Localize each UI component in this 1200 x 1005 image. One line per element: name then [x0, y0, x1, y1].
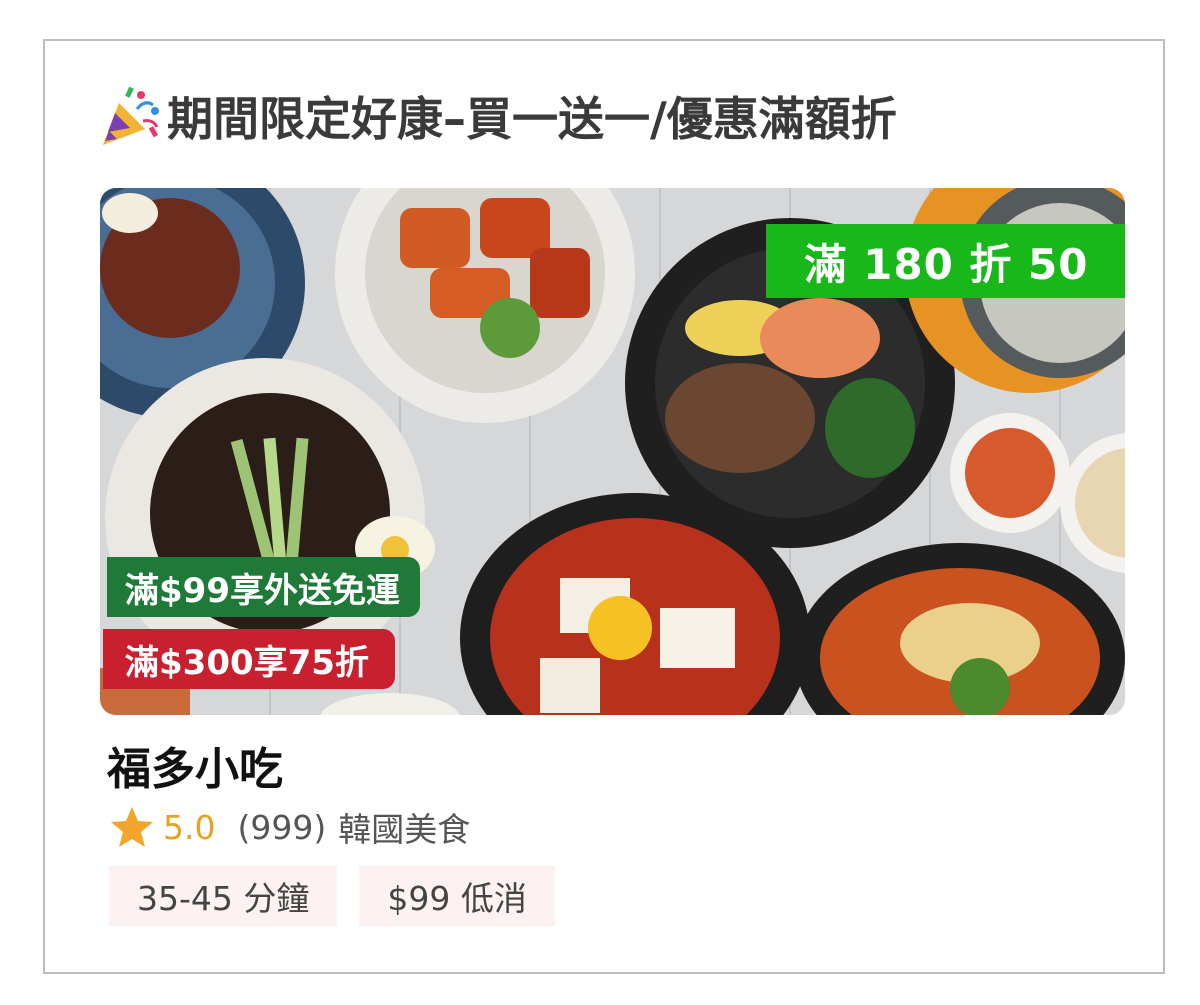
promo-badge-free-delivery: 滿$99享外送免運 — [107, 557, 420, 617]
rating-value: 5.0 — [163, 807, 216, 847]
restaurant-card[interactable]: 期間限定好康–買一送一/優惠滿額折 滿 180 折 50 滿$99享外送免運 滿… — [43, 39, 1165, 974]
delivery-time-tag: 35-45 分鐘 — [109, 866, 338, 926]
store-name[interactable]: 福多小吃 — [107, 733, 283, 797]
food-banner-image[interactable]: 滿 180 折 50 滿$99享外送免運 滿$300享75折 — [100, 188, 1125, 715]
promo-title: 期間限定好康–買一送一/優惠滿額折 — [167, 92, 897, 146]
store-info-row: 5.0 (999) 韓國美食 — [109, 804, 470, 850]
minimum-order-tag: $99 低消 — [359, 866, 555, 926]
review-count: (999) — [237, 807, 327, 847]
party-popper-icon — [97, 81, 167, 151]
promo-header: 期間限定好康–買一送一/優惠滿額折 — [97, 81, 897, 151]
promo-badge-percent-off: 滿$300享75折 — [103, 629, 395, 689]
star-icon — [109, 804, 155, 850]
info-tags: 35-45 分鐘 $99 低消 — [109, 866, 555, 926]
cuisine-label: 韓國美食 — [338, 810, 471, 849]
promo-badge-spend-discount: 滿 180 折 50 — [766, 224, 1125, 298]
